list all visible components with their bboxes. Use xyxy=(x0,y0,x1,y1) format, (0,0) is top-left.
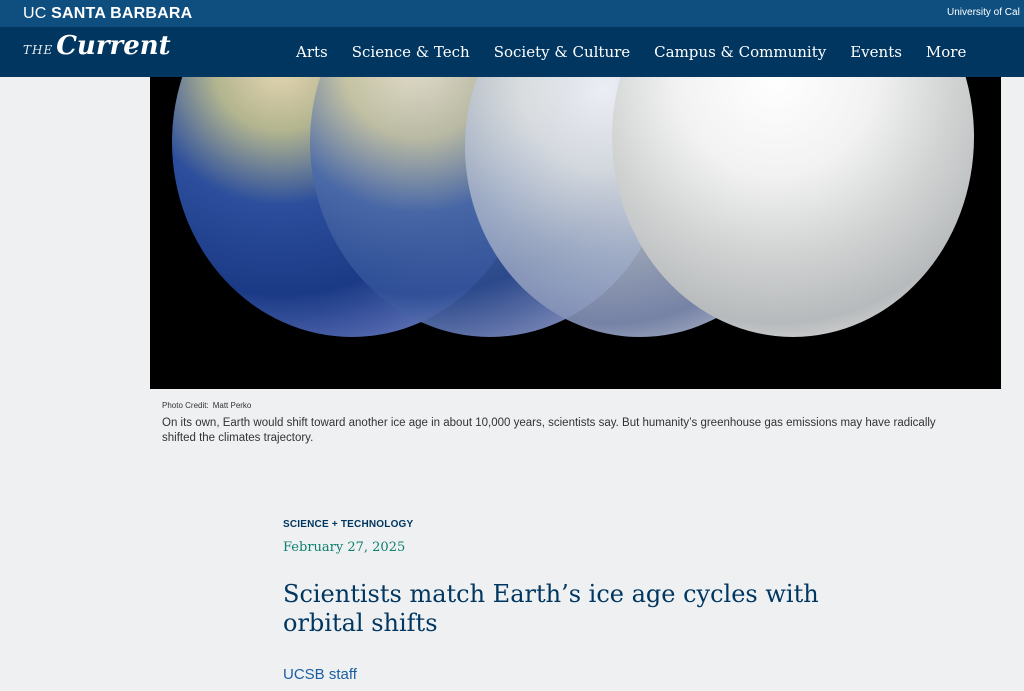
ucsb-logo-uc: UC xyxy=(23,5,47,22)
article-author[interactable]: UCSB staff xyxy=(283,666,357,683)
primary-nav: Arts Science & Tech Society & Culture Ca… xyxy=(296,43,990,61)
article-category[interactable]: SCIENCE + TECHNOLOGY xyxy=(283,519,413,530)
nav-item-events[interactable]: Events xyxy=(850,43,902,61)
nav-item-more[interactable]: More xyxy=(926,43,966,61)
brand-name: Current xyxy=(56,31,171,61)
photo-credit-label: Photo Credit: xyxy=(162,401,209,410)
article-title: Scientists match Earth’s ice age cycles … xyxy=(283,580,819,637)
main-navbar: THE Current Arts Science & Tech Society &… xyxy=(0,27,1024,77)
the-current-logo[interactable]: THE Current xyxy=(23,31,171,61)
brand-the: THE xyxy=(23,43,54,57)
photo-credit-name: Matt Perko xyxy=(212,401,252,410)
nav-item-arts[interactable]: Arts xyxy=(296,43,328,61)
hero-image xyxy=(150,77,1001,389)
nav-item-campus-community[interactable]: Campus & Community xyxy=(654,43,826,61)
top-utility-bar: UC SANTA BARBARA University of Cal xyxy=(0,0,1024,27)
university-of-california-link[interactable]: University of Cal xyxy=(947,7,1020,18)
photo-credit: Photo Credit: Matt Perko xyxy=(162,401,251,410)
ucsb-logo-name: SANTA BARBARA xyxy=(51,5,193,22)
nav-item-science-tech[interactable]: Science & Tech xyxy=(352,43,470,61)
ucsb-logo[interactable]: UC SANTA BARBARA xyxy=(23,5,192,23)
article-date: February 27, 2025 xyxy=(283,540,406,555)
image-caption: On its own, Earth would shift toward ano… xyxy=(162,417,936,444)
nav-item-society-culture[interactable]: Society & Culture xyxy=(494,43,630,61)
